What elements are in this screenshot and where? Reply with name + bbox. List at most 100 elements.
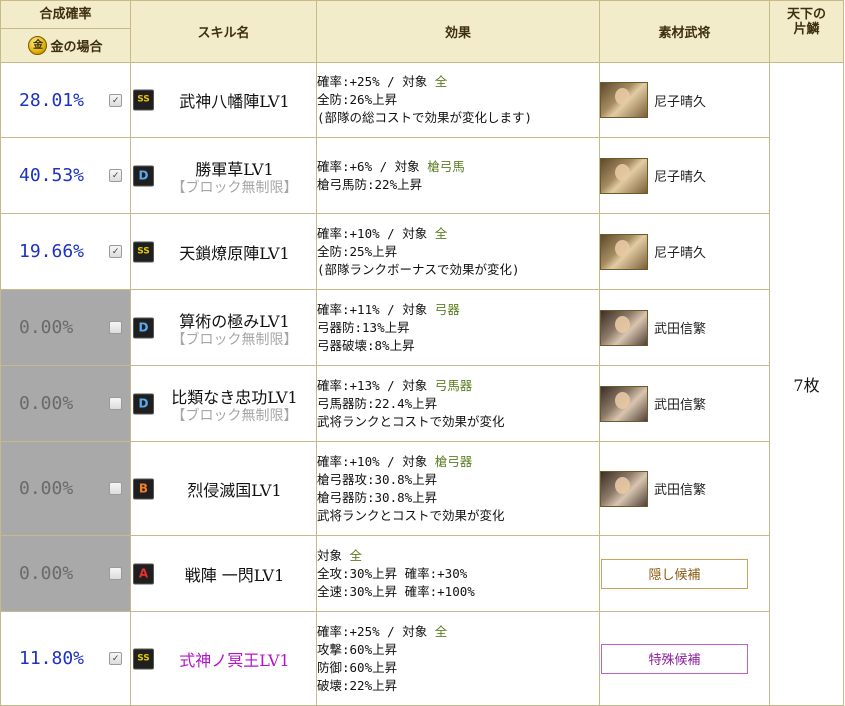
skill-synthesis-table: 合成確率 金 金の場合 スキル名 効果 素材武将 天下の片鱗 28.01% ✓ … [0,0,844,706]
table-row: 40.53% ✓ D 勝軍草LV1 【ブロック無制限】 確率:+6% / 対象 … [0,137,844,214]
material-cell: 武田信繁 [599,441,770,536]
rate-value: 0.00% [19,393,74,414]
material-general[interactable]: 尼子晴久 [600,233,769,270]
effect-line: 武将ランクとコストで効果が変化 [317,413,505,429]
rate-cell: 19.66% ✓ [0,213,131,290]
material-general[interactable]: 武田信繁 [600,309,769,346]
material-general[interactable]: 尼子晴久 [600,157,769,194]
rate-cell: 0.00% [0,365,131,442]
rate-value: 19.66% [19,241,85,262]
rate-value: 11.80% [19,648,85,669]
skill-checkbox[interactable] [109,321,122,334]
skill-note: 【ブロック無制限】 [171,407,298,424]
effect-line: 確率:+25% / 対象 全 [317,74,448,89]
rate-value: 0.00% [19,478,74,499]
general-portrait-icon[interactable] [600,309,648,346]
effect-line: 槍弓器攻:30.8%上昇 [317,471,438,487]
effect-line: 確率:+10% / 対象 槍弓器 [317,453,473,469]
table-row: 28.01% ✓ SS 武神八幡陣LV1 確率:+25% / 対象 全全防:26… [0,62,844,706]
material-cell: 尼子晴久 [599,137,770,214]
effect-line: 防御:60%上昇 [317,659,398,675]
general-portrait-icon[interactable] [600,157,648,194]
skill-checkbox[interactable] [109,567,122,580]
special-candidate-button[interactable]: 特殊候補 [601,643,748,674]
general-portrait-icon[interactable] [600,470,648,507]
skill-note: 【ブロック無制限】 [171,331,298,348]
effect-cell: 確率:+10% / 対象 槍弓器 槍弓器攻:30.8%上昇 槍弓器防:30.8%上昇… [316,441,600,536]
effect-line: 弓馬器防:22.4%上昇 [317,395,438,411]
rate-cell: 28.01% ✓ [0,62,131,138]
rate-cell: 0.00% [0,441,131,536]
skill-cell: D 勝軍草LV1 【ブロック無制限】 [130,137,317,214]
general-portrait-icon[interactable] [600,82,648,118]
rate-header-title: 合成確率 [1,2,130,29]
general-portrait-icon[interactable] [600,385,648,422]
table-row: 0.00% D 比類なき忠功LV1 【ブロック無制限】 確率:+13% / 対象… [0,365,844,442]
effect-line: 弓器防:13%上昇 [317,319,410,335]
skill-checkbox[interactable] [109,482,122,495]
material-general-name: 武田信繁 [654,483,707,498]
table-row: 19.66% ✓ SS 天鎖燎原陣LV1 確率:+10% / 対象 全全防:25… [0,213,844,290]
material-cell: 尼子晴久 [599,213,770,290]
gold-mode-text: 金の場合 [50,39,103,55]
skill-checkbox[interactable]: ✓ [109,169,122,182]
effect-line: 確率:+11% / 対象 弓器 [317,301,460,317]
shard-header: 天下の片鱗 [769,0,844,63]
material-general-name: 尼子晴久 [654,94,707,110]
material-general[interactable]: 武田信繁 [600,470,769,507]
effect-line: 確率:+25% / 対象 全 [317,623,448,639]
effect-cell: 確率:+25% / 対象 全攻撃:60%上昇 防御:60%上昇 破壊:22%上昇 [316,611,600,706]
skill-name: 天鎖燎原陣LV1 [179,243,290,263]
skill-checkbox[interactable]: ✓ [109,93,122,107]
skill-cell: A 戦陣 一閃LV1 [130,535,317,612]
skill-cell: SS 式神ノ冥王LV1 [130,611,317,706]
skill-cell: SS 天鎖燎原陣LV1 [130,213,317,290]
rank-badge-icon: B [133,478,154,499]
skill-note: 【ブロック無制限】 [171,179,298,196]
effect-cell: 対象 全全攻:30%上昇 確率:+30% 全速:30%上昇 確率:+100% [316,535,600,612]
skill-name: 武神八幡陣LV1 [179,92,290,111]
table-row: 0.00% B 烈侵滅国LV1 確率:+10% / 対象 槍弓器 槍弓器攻:30.… [0,441,844,536]
skill-checkbox[interactable]: ✓ [109,652,122,665]
rate-cell: 0.00% [0,289,131,366]
effect-cell: 確率:+10% / 対象 全全防:25%上昇 (部隊ランクボーナスで効果が変化) [316,213,600,290]
rate-value: 28.01% [19,89,85,111]
rate-value: 40.53% [19,165,85,186]
rate-header: 合成確率 金 金の場合 [0,0,131,63]
effect-line: 全防:25%上昇 [317,243,398,259]
skill-name: 式神ノ冥王LV1 [179,650,290,670]
effect-cell: 確率:+13% / 対象 弓馬器 弓馬器防:22.4%上昇 武将ランクとコストで効果… [316,365,600,442]
material-general[interactable]: 武田信繁 [600,385,769,422]
material-cell: 武田信繁 [599,289,770,366]
gold-coin-icon: 金 [28,35,48,55]
effect-header: 効果 [316,0,600,63]
general-portrait-icon[interactable] [600,233,648,270]
effect-target: 全 [434,74,448,89]
effect-cell: 確率:+11% / 対象 弓器 弓器防:13%上昇 弓器破壊:8%上昇 [316,289,600,366]
skill-checkbox[interactable]: ✓ [109,245,122,258]
skill-name: 烈侵滅国LV1 [187,480,282,500]
skill-cell: B 烈侵滅国LV1 [130,441,317,536]
material-cell: 特殊候補 [599,611,770,706]
effect-target: 弓器 [434,301,460,317]
gold-mode-label: 金 金の場合 [1,29,130,62]
skill-name: 比類なき忠功LV1 [171,387,298,407]
effect-line: (部隊ランクボーナスで効果が変化) [317,261,520,277]
rate-cell: 0.00% [0,535,131,612]
rank-badge-icon: A [133,563,154,584]
effect-line: 弓器破壊:8%上昇 [317,337,415,353]
effect-target: 槍弓器 [434,453,473,469]
table-row: 11.80% ✓ SS 式神ノ冥王LV1 確率:+25% / 対象 全攻撃:60… [0,611,844,706]
effect-line: 攻撃:60%上昇 [317,641,398,657]
skill-checkbox[interactable] [109,397,122,410]
rank-badge-icon: SS [133,648,154,669]
rate-value: 0.00% [19,317,74,338]
skill-cell: D 比類なき忠功LV1 【ブロック無制限】 [130,365,317,442]
material-header: 素材武将 [599,0,770,63]
skill-name-header: スキル名 [130,0,317,63]
material-general[interactable]: 尼子晴久 [600,82,769,118]
hidden-candidate-button[interactable]: 隠し候補 [601,558,748,589]
skill-cell: D 算術の極みLV1 【ブロック無制限】 [130,289,317,366]
material-cell: 武田信繁 [599,365,770,442]
effect-line: 破壊:22%上昇 [317,677,398,693]
